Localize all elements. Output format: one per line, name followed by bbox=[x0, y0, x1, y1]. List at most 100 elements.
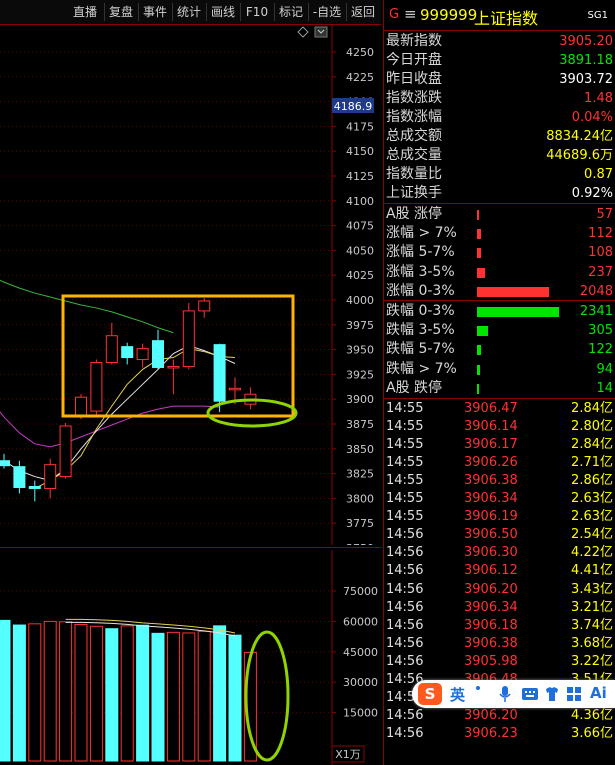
breadth-row: 跌幅 > 7% 94 bbox=[384, 360, 615, 379]
tick-price: 3906.19 bbox=[464, 509, 518, 525]
menu-icon[interactable]: ≡ bbox=[404, 5, 417, 23]
ai-button[interactable]: Ai bbox=[590, 684, 607, 702]
breadth-bar bbox=[477, 307, 559, 317]
tick-price: 3906.17 bbox=[464, 437, 518, 453]
price-axis-label: 3850 bbox=[346, 443, 374, 456]
back-button[interactable]: 返回 bbox=[346, 3, 380, 21]
remove-watchlist-button[interactable]: -自选 bbox=[308, 3, 347, 21]
tick-time: 14:55 bbox=[386, 491, 424, 507]
quote-row: 指数量比 0.87 bbox=[384, 165, 615, 184]
quote-value: 44689.6万 bbox=[546, 148, 613, 163]
breadth-row: 跌幅 0-3% 2341 bbox=[384, 302, 615, 321]
quote-label: 昨日收盘 bbox=[386, 71, 442, 87]
tick-amount: 3.66亿 bbox=[571, 725, 613, 741]
tick-time: 14:56 bbox=[386, 635, 424, 651]
tick-row[interactable]: 14:56 3906.18 3.74亿 bbox=[384, 617, 615, 635]
quote-label: 今日开盘 bbox=[386, 52, 442, 68]
quote-value: 8834.24亿 bbox=[546, 129, 613, 144]
tick-price: 3906.12 bbox=[464, 563, 518, 579]
tick-amount: 2.80亿 bbox=[571, 419, 613, 435]
tick-row[interactable]: 14:56 3905.98 3.22亿 bbox=[384, 653, 615, 671]
quote-row: 总成交额 8834.24亿 bbox=[384, 127, 615, 146]
tick-amount: 3.43亿 bbox=[571, 581, 613, 597]
quote-row: 指数涨幅 0.04% bbox=[384, 108, 615, 127]
microphone-icon[interactable] bbox=[498, 685, 512, 703]
tick-price: 3906.20 bbox=[464, 581, 518, 597]
price-axis-label: 4150 bbox=[346, 145, 374, 158]
price-axis-label: 4000 bbox=[346, 294, 374, 307]
tick-price: 3906.34 bbox=[464, 599, 518, 615]
breadth-value: 94 bbox=[596, 361, 613, 377]
tick-time: 14:55 bbox=[386, 401, 424, 416]
price-axis-label: 3800 bbox=[346, 492, 374, 505]
candle-body bbox=[121, 346, 134, 359]
candle-body bbox=[44, 464, 57, 489]
f10-button[interactable]: F10 bbox=[240, 3, 275, 21]
ime-punct-icon[interactable] bbox=[476, 686, 480, 690]
candle-body bbox=[59, 425, 72, 478]
tick-row[interactable]: 14:55 3906.19 2.63亿 bbox=[384, 508, 615, 526]
keyboard-icon[interactable] bbox=[522, 686, 538, 702]
tick-price: 3905.98 bbox=[464, 653, 518, 669]
breadth-row: 跌幅 5-7% 122 bbox=[384, 340, 615, 359]
replay-button[interactable]: 复盘 bbox=[104, 3, 139, 21]
volume-axis-label: 45000 bbox=[343, 646, 378, 659]
ime-logo-icon[interactable]: S bbox=[418, 683, 442, 705]
live-button[interactable]: 直播 bbox=[66, 3, 105, 21]
tick-row[interactable]: 14:55 3906.17 2.84亿 bbox=[384, 436, 615, 454]
draw-line-button[interactable]: 画线 bbox=[206, 3, 241, 21]
toolbox-icon[interactable] bbox=[566, 686, 582, 702]
breadth-row: 跌幅 3-5% 305 bbox=[384, 321, 615, 340]
breadth-bar bbox=[477, 326, 488, 337]
skin-icon[interactable] bbox=[544, 686, 560, 702]
volume-bar bbox=[12, 624, 26, 762]
tick-time: 14:55 bbox=[386, 437, 424, 453]
breadth-value: 237 bbox=[588, 264, 613, 280]
volume-chart[interactable]: 75000 60000 45000 30000 15000 X1万 bbox=[0, 550, 381, 765]
quote-value: 0.04% bbox=[571, 110, 613, 125]
tick-row[interactable]: 14:56 3906.38 3.68亿 bbox=[384, 635, 615, 653]
tick-row[interactable]: 14:56 3906.23 3.66亿 bbox=[384, 725, 615, 743]
stock-app: { "toolbar": { "buttons": ["直播", "复盘", "… bbox=[0, 0, 615, 765]
quote-label: 最新指数 bbox=[386, 33, 442, 49]
mark-button[interactable]: 标记 bbox=[274, 3, 309, 21]
tick-amount: 3.22亿 bbox=[571, 653, 613, 669]
breadth-value: 112 bbox=[588, 226, 613, 242]
events-button[interactable]: 事件 bbox=[138, 3, 173, 21]
price-axis-label: 3875 bbox=[346, 418, 374, 431]
candle-body bbox=[13, 466, 26, 488]
price-axis-label: 3975 bbox=[346, 319, 374, 332]
tick-price: 3906.26 bbox=[464, 455, 518, 471]
volume-bar bbox=[0, 619, 11, 762]
ime-toolbar[interactable]: S 英 Ai bbox=[412, 680, 615, 708]
stats-button[interactable]: 统计 bbox=[172, 3, 207, 21]
quote-panel: G ≡ 999999 上证指数 SG1 最新指数 3905.20 今日开盘 3891.… bbox=[383, 0, 615, 765]
breadth-bar bbox=[477, 248, 482, 259]
quote-label: 总成交额 bbox=[386, 128, 442, 144]
ime-lang-toggle[interactable]: 英 bbox=[450, 684, 465, 705]
tick-row[interactable]: 14:56 3906.20 3.43亿 bbox=[384, 581, 615, 599]
volume-bar bbox=[197, 630, 211, 762]
tick-row[interactable]: 14:55 3906.34 2.63亿 bbox=[384, 490, 615, 508]
price-axis-label: 4225 bbox=[346, 71, 374, 84]
tick-row[interactable]: 14:56 3906.20 4.36亿 bbox=[384, 707, 615, 725]
breadth-label: 跌幅 3-5% bbox=[386, 322, 455, 339]
breadth-bar bbox=[477, 286, 550, 297]
tick-row[interactable]: 14:55 3906.38 2.86亿 bbox=[384, 472, 615, 490]
tick-row[interactable]: 14:56 3906.50 2.54亿 bbox=[384, 526, 615, 544]
candle-body bbox=[105, 335, 118, 363]
breadth-row: 涨幅 5-7% 108 bbox=[384, 243, 615, 262]
volume-bar bbox=[43, 620, 57, 762]
tick-time: 14:55 bbox=[386, 455, 424, 471]
tick-row[interactable]: 14:55 3906.14 2.80亿 bbox=[384, 418, 615, 436]
tick-row[interactable]: 14:55 3906.26 2.71亿 bbox=[384, 454, 615, 472]
breadth-label: 跌幅 > 7% bbox=[386, 360, 457, 377]
tick-row[interactable]: 14:56 3906.12 4.41亿 bbox=[384, 562, 615, 580]
tick-row[interactable]: 14:56 3906.30 4.22亿 bbox=[384, 544, 615, 562]
tick-time: 14:56 bbox=[386, 527, 424, 543]
tick-row[interactable]: 14:56 3906.34 3.21亿 bbox=[384, 599, 615, 617]
price-axis-label: 4175 bbox=[346, 120, 374, 133]
tick-row[interactable]: 14:55 3906.47 2.84亿 bbox=[384, 400, 615, 418]
collapse-icon[interactable] bbox=[314, 26, 328, 38]
candlestick-chart[interactable]: 4250422542004175415041254100407540504025… bbox=[0, 25, 381, 545]
